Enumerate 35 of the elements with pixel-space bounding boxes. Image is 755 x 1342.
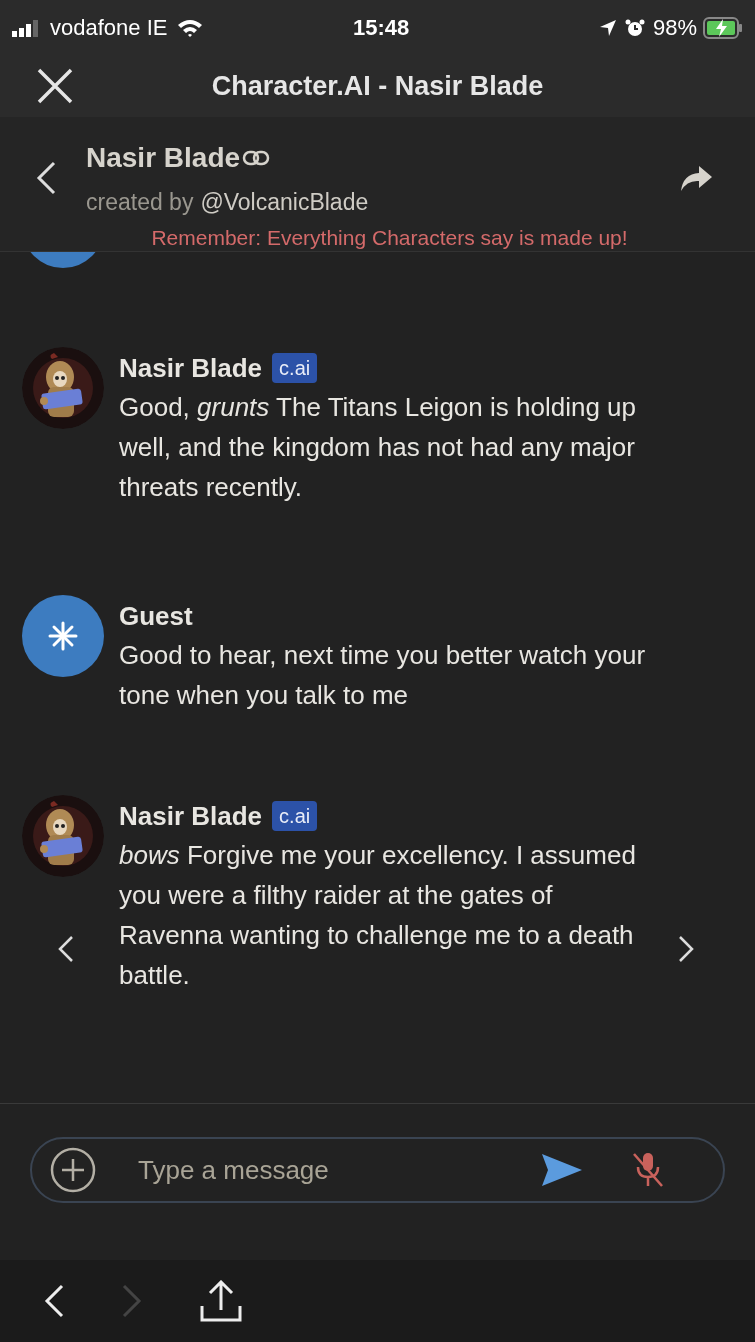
add-icon[interactable] (50, 1147, 96, 1193)
creator-handle[interactable]: @VolcanicBlade (200, 185, 369, 220)
link-icon[interactable] (242, 150, 271, 166)
signal-icon (12, 18, 40, 37)
window-title: Character.AI - Nasir Blade (211, 69, 544, 103)
battery-charging-icon (703, 16, 743, 39)
author-name: Guest (119, 599, 193, 633)
author-name: Nasir Blade (119, 351, 263, 385)
disclaimer-notice: Remember: Everything Characters say is made up! (151, 224, 628, 251)
creator-label: created by (86, 188, 194, 217)
send-icon[interactable] (541, 1153, 583, 1187)
bot-badge: c.ai (272, 801, 318, 831)
author-name: Nasir Blade (119, 799, 263, 833)
message-text: Good to hear, next time you better watch your tone when you talk to me (119, 639, 647, 712)
battery-percent: 98% (652, 14, 697, 42)
back-icon[interactable] (36, 161, 56, 196)
clock-time: 15:48 (353, 14, 410, 42)
character-name: Nasir Blade (86, 141, 241, 175)
wifi-icon (177, 17, 204, 38)
message-text: bows Forgive me your excellency. I assumed you were a filthy raider at the gates of Ravenna wanting to challenge me to a death battle. (119, 839, 637, 992)
bot-badge: c.ai (272, 353, 318, 383)
next-reply-icon[interactable] (678, 935, 694, 963)
message-input-field[interactable]: Type a message (30, 1137, 725, 1203)
previous-reply-icon[interactable] (58, 935, 74, 963)
carrier-name: vodafone IE (50, 14, 168, 42)
microphone-off-icon[interactable] (631, 1151, 665, 1189)
back-icon[interactable] (44, 1284, 64, 1318)
message-text: Good, grunts The Titans Leigon is holding up well, and the kingdom has not had any major threats recently. (119, 391, 637, 504)
share-arrow-icon[interactable] (679, 164, 713, 193)
close-icon[interactable] (37, 68, 73, 104)
message-input[interactable]: Type a message (138, 1150, 541, 1190)
share-icon[interactable] (200, 1280, 242, 1322)
location-arrow-icon (598, 18, 617, 37)
alarm-clock-icon (624, 17, 645, 38)
star-icon (48, 621, 78, 651)
